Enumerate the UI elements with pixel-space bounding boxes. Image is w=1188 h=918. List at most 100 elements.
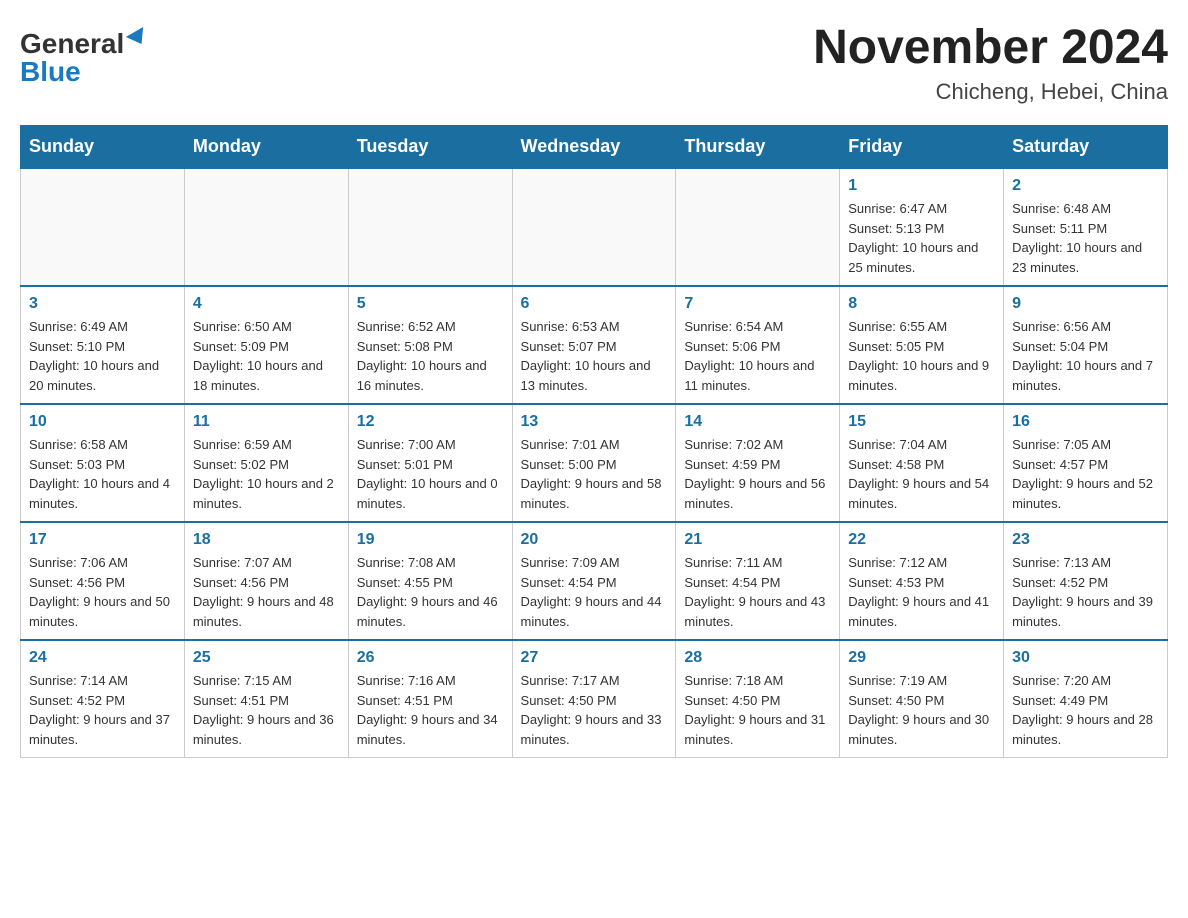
day-info: Sunrise: 7:05 AMSunset: 4:57 PMDaylight:… — [1012, 435, 1159, 513]
day-number: 20 — [521, 531, 668, 549]
day-number: 19 — [357, 531, 504, 549]
calendar-cell: 9 Sunrise: 6:56 AMSunset: 5:04 PMDaylight… — [1004, 286, 1168, 404]
calendar-cell: 26 Sunrise: 7:16 AMSunset: 4:51 PMDayligh… — [348, 640, 512, 758]
calendar-cell: 22 Sunrise: 7:12 AMSunset: 4:53 PMDayligh… — [840, 522, 1004, 640]
day-number: 2 — [1012, 177, 1159, 195]
day-info: Sunrise: 7:06 AMSunset: 4:56 PMDaylight:… — [29, 553, 176, 631]
day-number: 15 — [848, 413, 995, 431]
day-number: 27 — [521, 649, 668, 667]
calendar-table: SundayMondayTuesdayWednesdayThursdayFrid… — [20, 125, 1168, 758]
day-info: Sunrise: 7:13 AMSunset: 4:52 PMDaylight:… — [1012, 553, 1159, 631]
day-number: 6 — [521, 295, 668, 313]
calendar-cell: 3Sunrise: 6:49 AMSunset: 5:10 PMDaylight… — [21, 286, 185, 404]
calendar-header-tuesday: Tuesday — [348, 126, 512, 169]
day-number: 11 — [193, 413, 340, 431]
day-number: 22 — [848, 531, 995, 549]
day-number: 7 — [684, 295, 831, 313]
day-number: 14 — [684, 413, 831, 431]
day-number: 30 — [1012, 649, 1159, 667]
day-info: Sunrise: 7:12 AMSunset: 4:53 PMDaylight:… — [848, 553, 995, 631]
week-row-3: 10Sunrise: 6:58 AMSunset: 5:03 PMDayligh… — [21, 404, 1168, 522]
calendar-cell: 29 Sunrise: 7:19 AMSunset: 4:50 PMDayligh… — [840, 640, 1004, 758]
calendar-cell: 24Sunrise: 7:14 AMSunset: 4:52 PMDayligh… — [21, 640, 185, 758]
day-info: Sunrise: 7:01 AMSunset: 5:00 PMDaylight:… — [521, 435, 668, 513]
day-number: 8 — [848, 295, 995, 313]
day-info: Sunrise: 7:19 AMSunset: 4:50 PMDaylight:… — [848, 671, 995, 749]
day-info: Sunrise: 6:47 AMSunset: 5:13 PMDaylight:… — [848, 199, 995, 277]
day-info: Sunrise: 7:07 AMSunset: 4:56 PMDaylight:… — [193, 553, 340, 631]
day-info: Sunrise: 7:15 AMSunset: 4:51 PMDaylight:… — [193, 671, 340, 749]
calendar-header-friday: Friday — [840, 126, 1004, 169]
calendar-cell: 16Sunrise: 7:05 AMSunset: 4:57 PMDayligh… — [1004, 404, 1168, 522]
week-row-4: 17 Sunrise: 7:06 AMSunset: 4:56 PMDayligh… — [21, 522, 1168, 640]
day-info: Sunrise: 6:50 AMSunset: 5:09 PMDaylight:… — [193, 317, 340, 395]
day-number: 28 — [684, 649, 831, 667]
calendar-cell: 6Sunrise: 6:53 AMSunset: 5:07 PMDaylight… — [512, 286, 676, 404]
calendar-cell: 18 Sunrise: 7:07 AMSunset: 4:56 PMDayligh… — [184, 522, 348, 640]
day-number: 1 — [848, 177, 995, 195]
location-subtitle: Chicheng, Hebei, China — [813, 79, 1168, 105]
day-info: Sunrise: 7:20 AMSunset: 4:49 PMDaylight:… — [1012, 671, 1159, 749]
calendar-cell: 21Sunrise: 7:11 AMSunset: 4:54 PMDayligh… — [676, 522, 840, 640]
month-title: November 2024 — [813, 20, 1168, 75]
calendar-cell: 19 Sunrise: 7:08 AMSunset: 4:55 PMDayligh… — [348, 522, 512, 640]
logo-general-text: General — [20, 30, 124, 58]
day-info: Sunrise: 7:02 AMSunset: 4:59 PMDaylight:… — [684, 435, 831, 513]
calendar-header-saturday: Saturday — [1004, 126, 1168, 169]
day-number: 29 — [848, 649, 995, 667]
calendar-cell: 4 Sunrise: 6:50 AMSunset: 5:09 PMDaylight… — [184, 286, 348, 404]
calendar-cell — [184, 168, 348, 286]
calendar-cell: 2 Sunrise: 6:48 AMSunset: 5:11 PMDaylight… — [1004, 168, 1168, 286]
calendar-header-thursday: Thursday — [676, 126, 840, 169]
calendar-cell: 15Sunrise: 7:04 AMSunset: 4:58 PMDayligh… — [840, 404, 1004, 522]
logo: General Blue — [20, 20, 148, 86]
calendar-cell: 27 Sunrise: 7:17 AMSunset: 4:50 PMDayligh… — [512, 640, 676, 758]
day-info: Sunrise: 7:00 AMSunset: 5:01 PMDaylight:… — [357, 435, 504, 513]
day-number: 5 — [357, 295, 504, 313]
day-info: Sunrise: 6:49 AMSunset: 5:10 PMDaylight:… — [29, 317, 176, 395]
calendar-cell: 14 Sunrise: 7:02 AMSunset: 4:59 PMDayligh… — [676, 404, 840, 522]
calendar-cell: 12 Sunrise: 7:00 AMSunset: 5:01 PMDayligh… — [348, 404, 512, 522]
day-info: Sunrise: 7:18 AMSunset: 4:50 PMDaylight:… — [684, 671, 831, 749]
day-info: Sunrise: 7:08 AMSunset: 4:55 PMDaylight:… — [357, 553, 504, 631]
day-number: 26 — [357, 649, 504, 667]
day-number: 21 — [684, 531, 831, 549]
day-info: Sunrise: 7:17 AMSunset: 4:50 PMDaylight:… — [521, 671, 668, 749]
calendar-cell: 1 Sunrise: 6:47 AMSunset: 5:13 PMDaylight… — [840, 168, 1004, 286]
logo-arrow-icon — [126, 27, 150, 49]
calendar-cell: 28 Sunrise: 7:18 AMSunset: 4:50 PMDayligh… — [676, 640, 840, 758]
day-info: Sunrise: 7:16 AMSunset: 4:51 PMDaylight:… — [357, 671, 504, 749]
day-number: 13 — [521, 413, 668, 431]
calendar-cell: 11 Sunrise: 6:59 AMSunset: 5:02 PMDayligh… — [184, 404, 348, 522]
week-row-1: 1 Sunrise: 6:47 AMSunset: 5:13 PMDaylight… — [21, 168, 1168, 286]
calendar-cell: 23Sunrise: 7:13 AMSunset: 4:52 PMDayligh… — [1004, 522, 1168, 640]
day-number: 25 — [193, 649, 340, 667]
day-info: Sunrise: 6:56 AMSunset: 5:04 PMDaylight:… — [1012, 317, 1159, 395]
day-info: Sunrise: 6:48 AMSunset: 5:11 PMDaylight:… — [1012, 199, 1159, 277]
calendar-cell: 17 Sunrise: 7:06 AMSunset: 4:56 PMDayligh… — [21, 522, 185, 640]
calendar-cell: 13 Sunrise: 7:01 AMSunset: 5:00 PMDayligh… — [512, 404, 676, 522]
day-number: 9 — [1012, 295, 1159, 313]
day-number: 17 — [29, 531, 176, 549]
calendar-header-row: SundayMondayTuesdayWednesdayThursdayFrid… — [21, 126, 1168, 169]
day-number: 12 — [357, 413, 504, 431]
day-number: 18 — [193, 531, 340, 549]
day-info: Sunrise: 6:54 AMSunset: 5:06 PMDaylight:… — [684, 317, 831, 395]
day-info: Sunrise: 6:59 AMSunset: 5:02 PMDaylight:… — [193, 435, 340, 513]
day-info: Sunrise: 6:55 AMSunset: 5:05 PMDaylight:… — [848, 317, 995, 395]
page-header: General Blue November 2024 Chicheng, Heb… — [20, 20, 1168, 105]
calendar-header-wednesday: Wednesday — [512, 126, 676, 169]
logo-blue-text: Blue — [20, 56, 81, 87]
calendar-cell: 10Sunrise: 6:58 AMSunset: 5:03 PMDayligh… — [21, 404, 185, 522]
day-number: 10 — [29, 413, 176, 431]
calendar-cell: 7 Sunrise: 6:54 AMSunset: 5:06 PMDaylight… — [676, 286, 840, 404]
day-number: 4 — [193, 295, 340, 313]
calendar-cell — [512, 168, 676, 286]
calendar-header-sunday: Sunday — [21, 126, 185, 169]
day-info: Sunrise: 6:52 AMSunset: 5:08 PMDaylight:… — [357, 317, 504, 395]
calendar-cell: 25 Sunrise: 7:15 AMSunset: 4:51 PMDayligh… — [184, 640, 348, 758]
calendar-cell: 5 Sunrise: 6:52 AMSunset: 5:08 PMDaylight… — [348, 286, 512, 404]
calendar-cell — [676, 168, 840, 286]
day-info: Sunrise: 7:14 AMSunset: 4:52 PMDaylight:… — [29, 671, 176, 749]
week-row-5: 24Sunrise: 7:14 AMSunset: 4:52 PMDayligh… — [21, 640, 1168, 758]
